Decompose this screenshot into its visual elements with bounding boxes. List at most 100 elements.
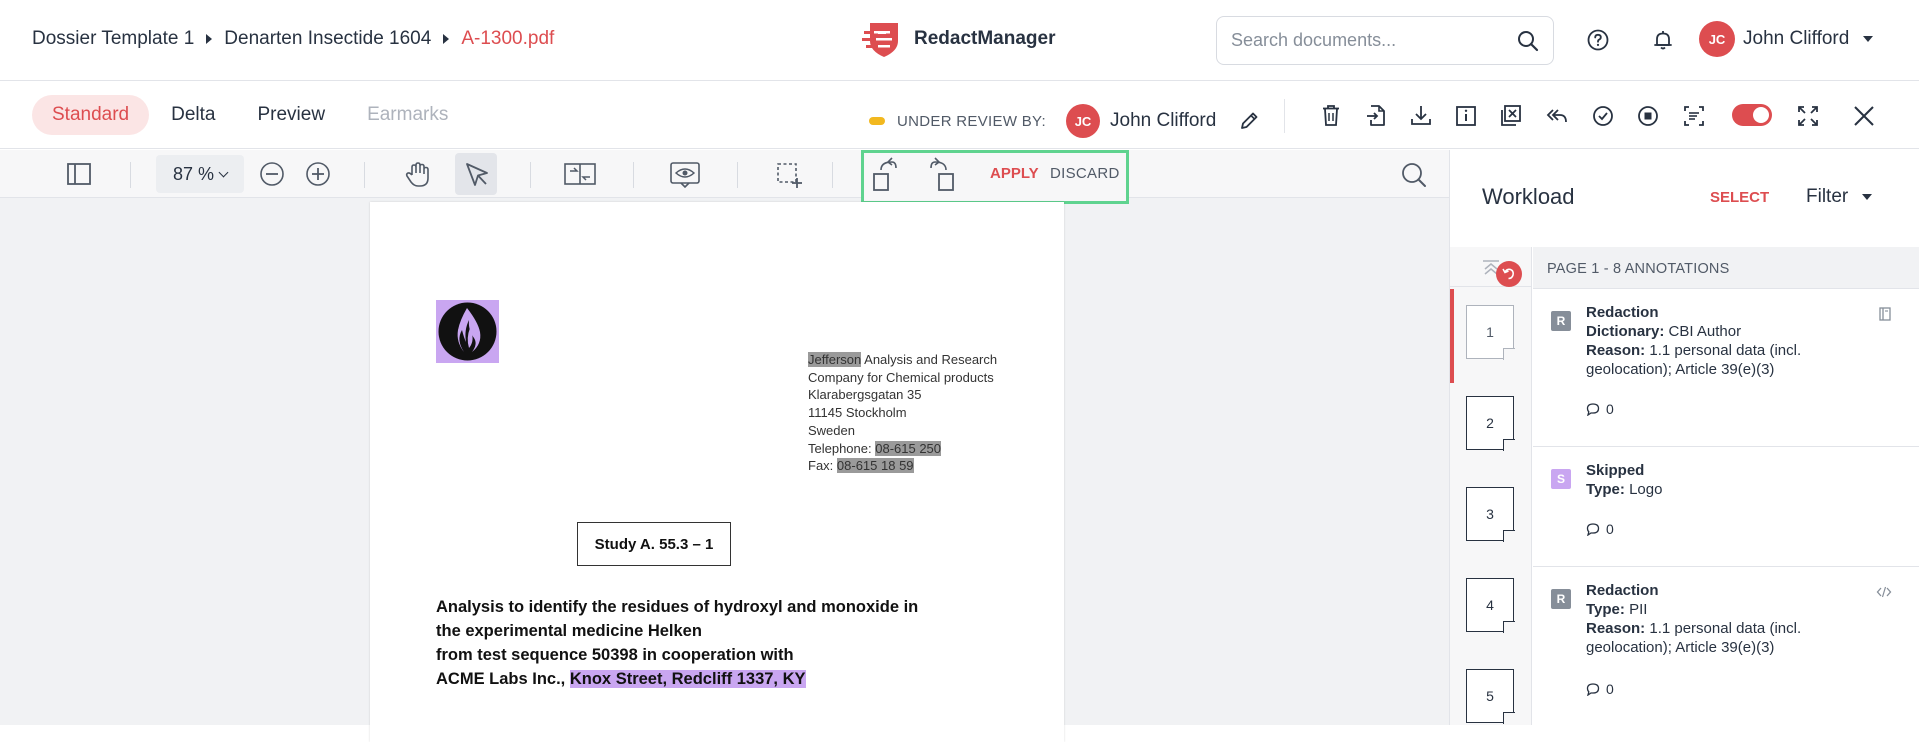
document-title: Analysis to identify the residues of hyd… [436,595,996,691]
annotation-line: Type: Logo [1586,480,1826,499]
page-fold [1502,438,1515,451]
comment-icon [1586,523,1600,536]
toolbar-divider [530,162,531,188]
edit-pencil-icon[interactable] [1238,110,1260,132]
approve-check-icon[interactable] [1591,103,1615,129]
tab-earmarks: Earmarks [367,104,449,125]
zoom-select[interactable]: 87 % [156,155,244,193]
stop-review-icon[interactable] [1636,103,1660,129]
breadcrumb-dossier[interactable]: Denarten Insectide 1604 [224,28,431,50]
import-file-icon[interactable] [1364,103,1388,129]
page-thumbnail-2[interactable]: 2 [1466,396,1515,451]
fullscreen-expand-icon[interactable] [1796,103,1820,129]
document-page[interactable]: Jefferson Analysis and Research Company … [370,202,1064,742]
info-icon[interactable] [1454,103,1478,129]
compare-icon[interactable] [563,161,597,187]
redactmanager-logo-icon [862,19,902,59]
undo-all-icon[interactable] [1545,103,1569,129]
search-document-icon[interactable] [1400,161,1428,189]
page-thumbnail-1[interactable]: 1 [1466,305,1515,360]
filter-dropdown[interactable]: Filter [1806,186,1873,208]
address-line-country: Sweden [808,422,855,438]
rotate-right-icon[interactable] [927,156,957,194]
annotation-title: Skipped [1586,462,1645,479]
download-icon[interactable] [1409,103,1433,129]
comments-count[interactable]: 0 [1586,521,1614,537]
tab-delta[interactable]: Delta [151,95,235,135]
annotation-line: Reason: 1.1 personal data (incl. geoloca… [1586,341,1826,379]
help-icon[interactable] [1586,28,1610,52]
zoom-in-icon[interactable] [305,161,331,187]
annotation-line-value: Logo [1624,481,1663,498]
brand[interactable]: RedactManager [862,19,1056,59]
fax-label: Fax: [808,458,837,474]
chevron-down-icon [1862,194,1873,200]
status-indicator [869,117,885,125]
page-thumbnail-3[interactable]: 3 [1466,487,1515,542]
skipped-address-highlight[interactable]: Knox Street, Redcliff 1337, KY [569,670,806,688]
title-line: ACME Labs Inc., Knox Street, Redcliff 13… [436,667,996,691]
annotations-toggle[interactable] [1732,104,1772,126]
breadcrumb-file: A-1300.pdf [461,28,555,49]
workload-panel: Workload SELECT Filter 1 2 3 4 5 PAGE 1 … [1449,150,1919,725]
comments-count[interactable]: 0 [1586,401,1614,417]
document-header-bar: Standard Delta Preview Earmarks UNDER RE… [0,81,1919,149]
pan-hand-icon[interactable] [404,161,430,189]
annotation-title: Redaction [1586,582,1659,599]
tab-preview[interactable]: Preview [237,95,345,135]
rotation-undo-badge[interactable] [1496,261,1522,287]
header-divider [1284,99,1285,133]
document-viewer: 87 % APPLY DISCARD Jefferson Analysis an… [0,150,1449,742]
breadcrumb: Dossier Template 1 Denarten Insectide 16… [32,28,554,50]
page-number: 2 [1486,415,1494,431]
close-icon[interactable] [1852,103,1876,129]
search-icon[interactable] [1517,30,1539,52]
rotate-left-icon[interactable] [870,156,900,194]
redacted-company-name[interactable]: Jefferson [808,352,862,367]
reviewer-name: John Clifford [1110,110,1217,131]
user-menu[interactable]: JC John Clifford [1699,21,1874,57]
ocr-scan-icon[interactable] [1682,103,1706,129]
comments-count[interactable]: 0 [1586,681,1614,697]
delete-trash-icon[interactable] [1319,103,1343,129]
flame-logo-icon [436,300,499,363]
page-fold [1502,711,1515,724]
annotation-item[interactable]: R Redaction Type: PII Reason: 1.1 person… [1533,567,1919,727]
view-mode-tabs: Standard Delta Preview Earmarks [32,95,470,135]
annotation-details: Skipped Type: Logo [1586,461,1826,499]
active-page-indicator [1450,289,1454,383]
apply-rotation-button[interactable]: APPLY [990,165,1039,182]
logo-redaction-highlight[interactable] [436,300,499,363]
breadcrumb-dossier-template[interactable]: Dossier Template 1 [32,28,194,50]
redacted-telephone[interactable]: 08-615 250 [875,440,942,456]
preview-eye-icon[interactable] [669,161,701,189]
toolbar-divider [633,162,634,188]
workload-title: Workload [1482,184,1575,209]
toggle-sidebar-icon[interactable] [66,161,92,187]
zoom-out-icon[interactable] [259,161,285,187]
annotation-item[interactable]: S Skipped Type: Logo 0 [1533,447,1919,567]
annotation-type-badge: R [1551,311,1571,331]
annotation-item[interactable]: R Redaction Dictionary: CBI Author Reaso… [1533,289,1919,447]
viewer-toolbar: 87 % APPLY DISCARD [0,150,1449,204]
page-number: 5 [1486,688,1494,704]
notifications-bell-icon[interactable] [1651,28,1675,52]
page-thumbnail-4[interactable]: 4 [1466,578,1515,633]
study-box: Study A. 55.3 – 1 [577,522,731,566]
select-pointer-icon[interactable] [463,161,491,189]
top-bar: Dossier Template 1 Denarten Insectide 16… [0,0,1919,81]
area-select-icon[interactable] [775,161,803,189]
page-fold [1502,620,1515,633]
page-thumbnail-5[interactable]: 5 [1466,669,1515,724]
discard-rotation-button[interactable]: DISCARD [1050,165,1120,182]
annotation-line-label: Reason: [1586,342,1646,359]
annotation-type-badge: R [1551,589,1571,609]
reviewer-avatar: JC [1066,104,1100,138]
tab-standard[interactable]: Standard [32,95,150,135]
select-button[interactable]: SELECT [1710,189,1769,206]
dictionary-book-icon [1878,307,1892,321]
redacted-fax[interactable]: 08-615 18 59 [836,458,914,474]
annotation-line-label: Type: [1586,601,1625,618]
search-input[interactable] [1231,30,1517,51]
exclude-pages-icon[interactable] [1499,103,1523,129]
